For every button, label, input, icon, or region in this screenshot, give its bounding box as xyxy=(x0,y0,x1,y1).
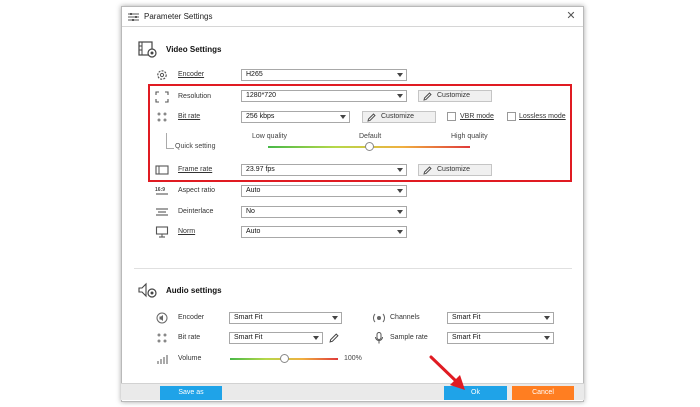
window-title: Parameter Settings xyxy=(144,12,213,21)
save-as-button[interactable]: Save as xyxy=(160,386,222,400)
channels-select[interactable]: Smart Fit xyxy=(447,312,554,324)
section-divider xyxy=(134,268,572,269)
chevron-down-icon xyxy=(313,336,319,340)
audio-encoder-label: Encoder xyxy=(178,314,205,321)
deinterlace-select[interactable]: No xyxy=(241,206,407,218)
audio-settings-icon xyxy=(138,282,157,298)
monitor-icon xyxy=(155,226,169,238)
chevron-down-icon xyxy=(544,316,550,320)
chevron-down-icon xyxy=(397,73,403,77)
samplerate-label: Sample rate xyxy=(390,334,428,341)
cancel-button[interactable]: Cancel xyxy=(512,386,574,400)
norm-label[interactable]: Norm xyxy=(178,228,195,235)
aspect-ratio-select[interactable]: Auto xyxy=(241,185,407,197)
samplerate-select[interactable]: Smart Fit xyxy=(447,332,554,344)
close-button[interactable]: ✕ xyxy=(565,10,577,22)
volume-slider-thumb[interactable] xyxy=(279,354,289,363)
video-settings-icon xyxy=(138,41,157,58)
svg-text:16:9: 16:9 xyxy=(155,187,165,193)
chevron-down-icon xyxy=(397,210,403,214)
audio-bitrate-label: Bit rate xyxy=(178,334,201,341)
video-encoder-value: H265 xyxy=(246,71,263,78)
deinterlace-icon xyxy=(156,208,168,216)
channels-icon xyxy=(373,313,385,323)
settings-sliders-icon xyxy=(128,13,139,21)
highlight-box xyxy=(148,84,572,182)
volume-value: 100% xyxy=(344,355,362,362)
microphone-icon xyxy=(375,332,383,344)
volume-label: Volume xyxy=(178,355,202,362)
audio-settings-header: Audio settings xyxy=(138,282,222,299)
chevron-down-icon xyxy=(332,316,338,320)
chevron-down-icon xyxy=(397,189,403,193)
aspect-ratio-label: Aspect ratio xyxy=(178,187,215,194)
samplerate-value: Smart Fit xyxy=(452,334,481,341)
title-bar: Parameter Settings ✕ xyxy=(122,7,583,27)
aspect-ratio-value: Auto xyxy=(246,187,261,194)
audio-bitrate-icon xyxy=(157,333,167,343)
audio-encoder-value: Smart Fit xyxy=(234,314,263,321)
pencil-icon[interactable] xyxy=(329,333,339,343)
chevron-down-icon xyxy=(544,336,550,340)
encoder-label[interactable]: Encoder xyxy=(178,71,204,78)
deinterlace-value: No xyxy=(246,208,255,215)
norm-value: Auto xyxy=(246,228,261,235)
audio-bitrate-value: Smart Fit xyxy=(234,334,263,341)
gear-icon xyxy=(157,70,167,80)
audio-bitrate-select[interactable]: Smart Fit xyxy=(229,332,323,344)
volume-bars-icon xyxy=(157,355,168,364)
red-arrow-icon xyxy=(429,355,465,390)
aspect-ratio-icon: 16:9 xyxy=(155,187,168,195)
norm-select[interactable]: Auto xyxy=(241,226,407,238)
speaker-icon xyxy=(156,312,168,324)
audio-settings-title: Audio settings xyxy=(166,286,222,295)
chevron-down-icon xyxy=(397,230,403,234)
video-settings-title: Video Settings xyxy=(166,45,222,54)
video-encoder-select[interactable]: H265 xyxy=(241,69,407,81)
channels-label: Channels xyxy=(390,314,420,321)
video-settings-header: Video Settings xyxy=(138,41,221,58)
deinterlace-label: Deinterlace xyxy=(178,208,214,215)
audio-encoder-select[interactable]: Smart Fit xyxy=(229,312,342,324)
channels-value: Smart Fit xyxy=(452,314,481,321)
